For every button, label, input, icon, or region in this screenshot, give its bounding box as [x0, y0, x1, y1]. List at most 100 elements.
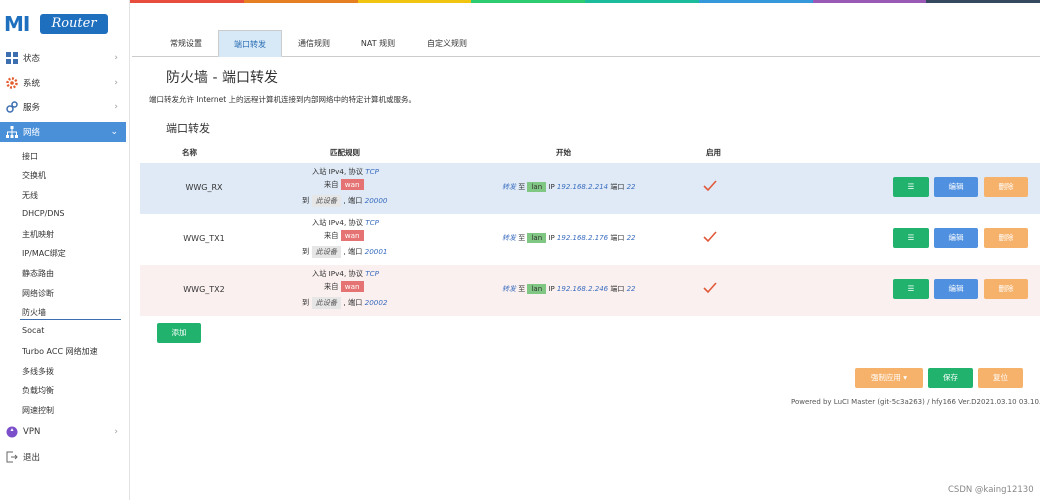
sidebar-sub-static-routes[interactable]: 静态路由 [22, 268, 54, 279]
device-badge: 此设备 [311, 246, 342, 258]
sidebar-sub-firewall[interactable]: 防火墙 [22, 307, 46, 318]
color-strip [130, 0, 1040, 3]
tab-bar: 常规设置 端口转发 通信规则 NAT 规则 自定义规则 [132, 30, 1040, 57]
sidebar-item-services[interactable]: 服务 › [0, 97, 126, 117]
sidebar-sub-qos[interactable]: 网速控制 [22, 405, 54, 416]
menu-button[interactable]: ☰ [893, 228, 929, 248]
tab-port-forward[interactable]: 端口转发 [218, 30, 282, 57]
footer: Powered by LuCI Master (git-5c3a263) / h… [791, 398, 1040, 406]
save-button[interactable]: 保存 [928, 368, 973, 388]
forward-label: 转发 [502, 234, 516, 242]
sidebar-item-label: 退出 [23, 453, 41, 463]
tab-general[interactable]: 常规设置 [162, 30, 210, 57]
sidebar-sub-turbo-acc[interactable]: Turbo ACC 网络加速 [22, 346, 98, 357]
menu-button[interactable]: ☰ [893, 279, 929, 299]
sidebar-sub-interfaces[interactable]: 接口 [22, 151, 38, 162]
dest-ip: 192.168.2.246 [556, 285, 609, 293]
port-label: , 端口 [343, 196, 363, 205]
menu-button[interactable]: ☰ [893, 177, 929, 197]
check-icon[interactable] [703, 180, 717, 192]
sidebar-sub-dhcp-dns[interactable]: DHCP/DNS [22, 209, 65, 218]
edit-button[interactable]: 编辑 [934, 279, 978, 299]
from-label: 来自 [324, 282, 339, 291]
table-row: WWG_RX 入站 IPv4, 协议 TCP 来自 wan 到 此设备 , 端口… [140, 163, 1040, 214]
rule-line1: 入站 IPv4, 协议 [312, 167, 363, 176]
zone-badge-lan: lan [527, 182, 547, 192]
sidebar-item-label: 服务 [23, 103, 41, 113]
sidebar-item-label: 状态 [23, 54, 41, 64]
add-button[interactable]: 添加 [157, 323, 201, 343]
tab-traffic-rules[interactable]: 通信规则 [292, 30, 336, 57]
sidebar-item-network[interactable]: 网络 ⌄ [0, 122, 126, 142]
to-label: 到 [302, 196, 310, 205]
forward-target: 转发 至 lan IP 192.168.2.176 端口 22 [502, 233, 636, 243]
delete-button[interactable]: 删除 [984, 228, 1028, 248]
edit-button[interactable]: 编辑 [934, 228, 978, 248]
protocol: TCP [365, 167, 379, 176]
sidebar-item-logout[interactable]: 退出 [0, 447, 126, 467]
column-header-name: 名称 [182, 148, 197, 157]
check-icon[interactable] [703, 282, 717, 294]
from-label: 来自 [324, 231, 339, 240]
to-label: 到 [302, 298, 310, 307]
sidebar-item-label: VPN [23, 427, 41, 437]
external-port: 20002 [364, 298, 388, 307]
chevron-right-icon: › [114, 78, 118, 88]
dport-label: 端口 [610, 285, 625, 293]
reset-button[interactable]: 复位 [978, 368, 1023, 388]
sidebar-sub-ipmac[interactable]: IP/MAC绑定 [22, 248, 66, 259]
forward-target: 转发 至 lan IP 192.168.2.214 端口 22 [502, 182, 636, 192]
sidebar: MI Router 状态 › 系统 › 服务 › 网络 ⌄ 接口 交换机 无线 … [0, 0, 130, 500]
force-apply-button[interactable]: 强制应用 ▾ [855, 368, 923, 388]
rule-line1: 入站 IPv4, 协议 [312, 218, 363, 227]
tab-custom-rules[interactable]: 自定义规则 [422, 30, 472, 57]
sidebar-item-label: 网络 [23, 128, 41, 138]
sidebar-item-system[interactable]: 系统 › [0, 73, 126, 93]
edit-button[interactable]: 编辑 [934, 177, 978, 197]
chevron-down-icon: ⌄ [110, 127, 118, 137]
services-icon [6, 101, 18, 113]
device-badge: 此设备 [311, 297, 342, 309]
table-row: WWG_TX1 入站 IPv4, 协议 TCP 来自 wan 到 此设备 , 端… [140, 214, 1040, 265]
forward-label: 转发 [502, 285, 516, 293]
chevron-right-icon: › [114, 427, 118, 437]
to-label: 至 [518, 285, 526, 293]
tab-nat-rules[interactable]: NAT 规则 [356, 30, 400, 57]
protocol: TCP [365, 218, 379, 227]
logo: MI Router [4, 12, 108, 36]
dest-port: 22 [626, 285, 636, 293]
sidebar-sub-multiwan[interactable]: 多线多拨 [22, 366, 54, 377]
zone-badge-wan: wan [340, 179, 364, 190]
sidebar-sub-load-balance[interactable]: 负载均衡 [22, 385, 54, 396]
dest-ip: 192.168.2.214 [556, 183, 609, 191]
from-label: 来自 [324, 180, 339, 189]
sidebar-item-status[interactable]: 状态 › [0, 48, 126, 68]
column-header-match: 匹配规则 [330, 148, 360, 157]
sidebar-sub-wireless[interactable]: 无线 [22, 190, 38, 201]
check-icon[interactable] [703, 231, 717, 243]
section-title: 端口转发 [166, 122, 210, 135]
zone-badge-lan: lan [527, 233, 547, 243]
dest-port: 22 [626, 234, 636, 242]
forward-label: 转发 [502, 183, 516, 191]
ip-label: IP [548, 234, 555, 242]
sidebar-item-vpn[interactable]: VPN › [0, 422, 126, 442]
status-icon [6, 52, 18, 64]
sidebar-sub-socat[interactable]: Socat [22, 326, 44, 335]
sidebar-sub-switch[interactable]: 交换机 [22, 170, 46, 181]
external-port: 20000 [364, 196, 388, 205]
rule-name: WWG_RX [185, 183, 223, 192]
protocol: TCP [365, 269, 379, 278]
sidebar-sub-diagnostics[interactable]: 网络诊断 [22, 288, 54, 299]
logout-icon [6, 451, 18, 463]
forward-target: 转发 至 lan IP 192.168.2.246 端口 22 [502, 284, 636, 294]
dport-label: 端口 [610, 234, 625, 242]
page-title: 防火墙 - 端口转发 [166, 70, 278, 86]
ip-label: IP [548, 285, 555, 293]
zone-badge-lan: lan [527, 284, 547, 294]
rule-name: WWG_TX1 [183, 234, 225, 243]
sidebar-sub-hosts[interactable]: 主机映射 [22, 229, 54, 240]
to-label: 至 [518, 183, 526, 191]
delete-button[interactable]: 删除 [984, 279, 1028, 299]
delete-button[interactable]: 删除 [984, 177, 1028, 197]
